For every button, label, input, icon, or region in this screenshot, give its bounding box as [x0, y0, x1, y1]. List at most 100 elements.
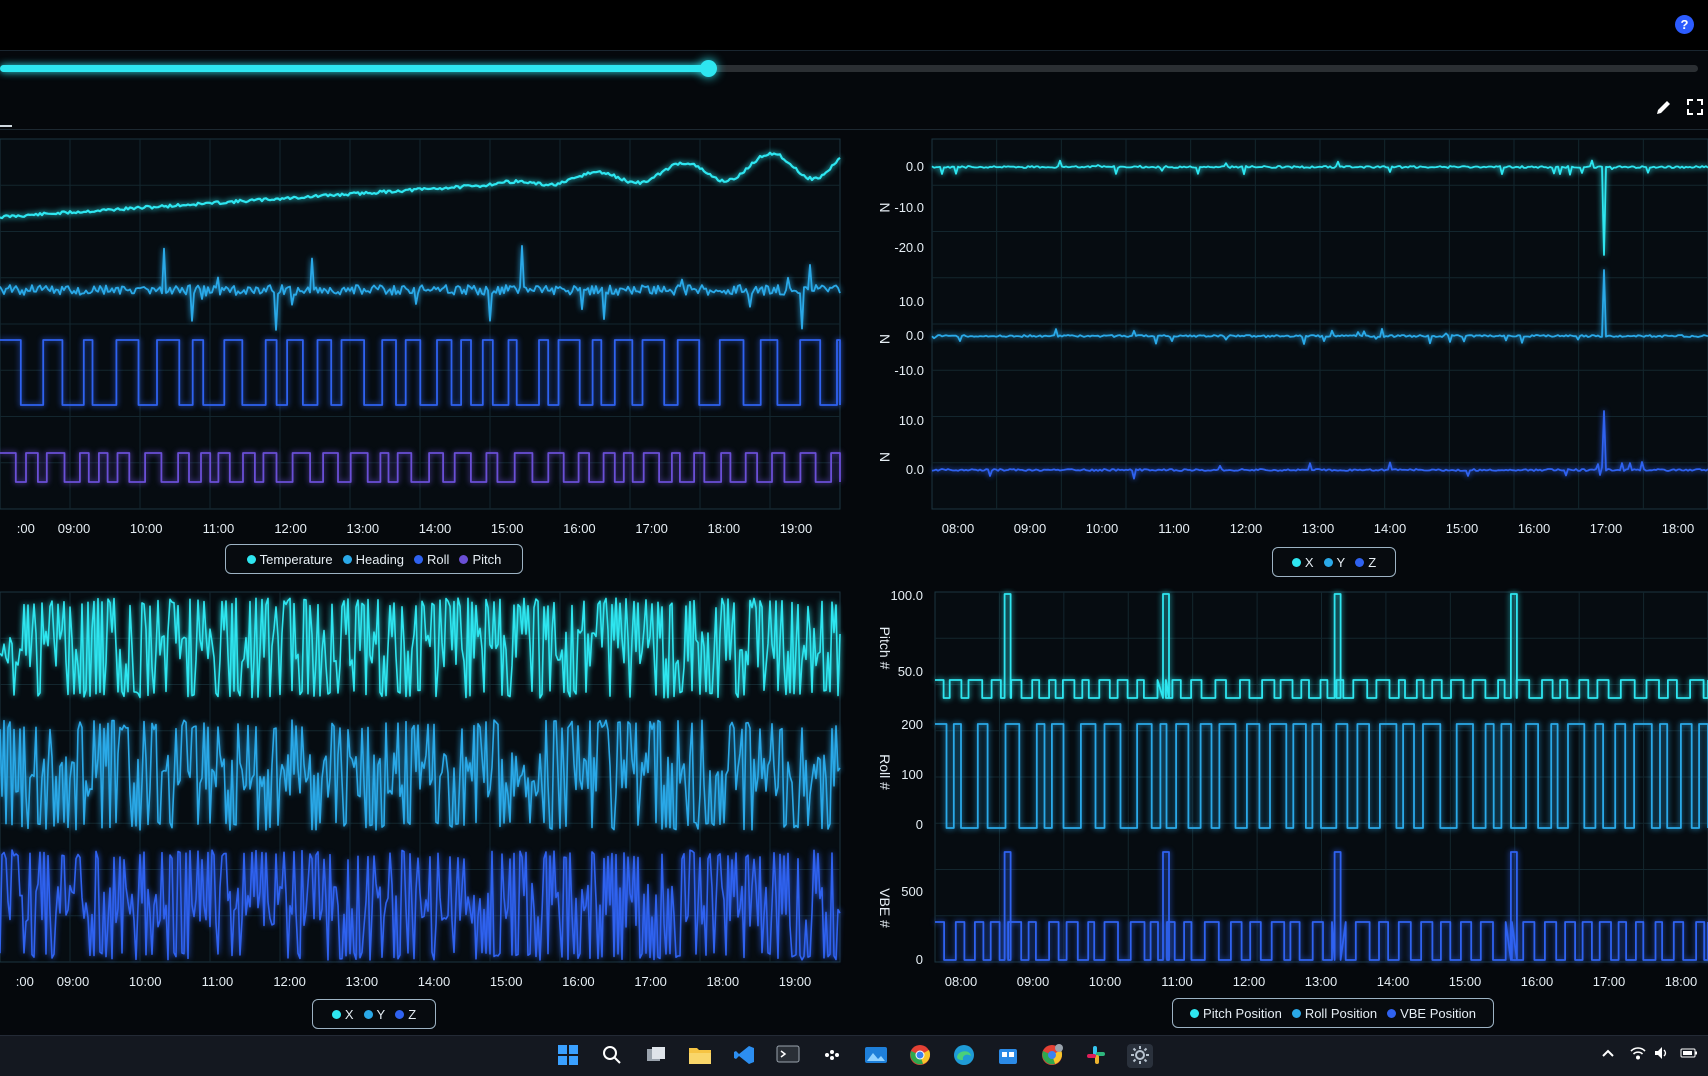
- legend-label: Pitch: [472, 551, 502, 567]
- x-tick-label: 12:00: [274, 521, 307, 535]
- y-tick-label: 200: [901, 717, 923, 732]
- file-explorer-icon[interactable]: [687, 1044, 713, 1068]
- x-tick-label: 15:00: [490, 974, 523, 988]
- x-tick-label: 09:00: [1017, 974, 1050, 988]
- y-axis-label: VBE #: [877, 888, 893, 928]
- photos-icon[interactable]: [863, 1044, 889, 1068]
- y-tick-label: 0.0: [906, 328, 924, 343]
- store-icon[interactable]: [995, 1044, 1021, 1068]
- edge-icon[interactable]: [951, 1044, 977, 1068]
- legend-dot: [1190, 1008, 1200, 1018]
- y-axis-label: Pitch #: [877, 627, 893, 670]
- gyro-chart[interactable]: :00 09:00 10:00 11:00 12:00 13:00 14:00 15:00 16…: [0, 588, 850, 988]
- chrome-profile-icon[interactable]: [1039, 1044, 1065, 1068]
- legend-vbe-position[interactable]: VBE Position: [1387, 1006, 1476, 1021]
- legend-y[interactable]: Y: [1323, 554, 1346, 570]
- legend-dot: [395, 1009, 405, 1019]
- timeline-slider[interactable]: [0, 60, 1698, 77]
- positions-panel: Pitch # 100.0 50.0 Roll # 200 100 0 VBE # 500 0 08…: [858, 588, 1708, 1033]
- x-tick-label: 16:00: [563, 521, 596, 535]
- timeline-slider-fill: [0, 65, 709, 72]
- legend-temperature[interactable]: Temperature: [246, 551, 333, 567]
- y-tick-label: 100: [901, 767, 923, 782]
- x-tick-label: 18:00: [1665, 974, 1698, 988]
- chevron-up-icon[interactable]: [1601, 1046, 1615, 1063]
- volume-icon[interactable]: [1654, 1046, 1670, 1063]
- legend-roll[interactable]: Roll: [414, 552, 449, 567]
- legend-label: Y: [376, 1006, 386, 1022]
- chrome-icon[interactable]: [907, 1044, 933, 1068]
- legend-pitch[interactable]: Pitch: [459, 552, 501, 567]
- x-tick-label: 19:00: [780, 521, 813, 535]
- legend-dot: [342, 554, 352, 564]
- legend-z[interactable]: Z: [395, 1007, 416, 1022]
- y-tick-label: 50.0: [898, 664, 923, 679]
- x-tick-label: 17:00: [634, 974, 667, 988]
- legend-label: Roll Position: [1304, 1005, 1378, 1021]
- legend-label: X: [1304, 554, 1314, 570]
- positions-chart[interactable]: Pitch # 100.0 50.0 Roll # 200 100 0 VBE # 500 0 08…: [858, 588, 1708, 988]
- legend-z[interactable]: Z: [1355, 555, 1376, 570]
- x-tick-label: 16:00: [562, 974, 595, 988]
- legend-dot: [246, 554, 256, 564]
- legend-label: Heading: [355, 551, 405, 567]
- x-tick-label: 13:00: [1302, 521, 1335, 535]
- x-tick-label: 11:00: [203, 521, 235, 535]
- y-axis-label: N: [877, 202, 893, 212]
- wifi-icon[interactable]: [1630, 1046, 1646, 1063]
- timeline-slider-thumb[interactable]: [700, 60, 718, 77]
- legend-x[interactable]: X: [1291, 554, 1314, 570]
- gyro-panel: :00 09:00 10:00 11:00 12:00 13:00 14:00 15:00 16…: [0, 588, 850, 1033]
- legend-label: Temperature: [259, 551, 333, 567]
- legend-label: X: [344, 1006, 354, 1022]
- search-icon[interactable]: [599, 1044, 625, 1068]
- slack-icon[interactable]: [1083, 1044, 1109, 1068]
- x-tick-label: 09:00: [58, 521, 91, 535]
- y-tick-label: 10.0: [899, 413, 924, 428]
- legend-x[interactable]: X: [331, 1006, 354, 1022]
- legend-pitch-position[interactable]: Pitch Position: [1190, 1006, 1282, 1021]
- top-bar: ?: [0, 0, 1708, 51]
- x-tick-label: 10:00: [1086, 521, 1119, 535]
- settings-app-icon[interactable]: [1127, 1044, 1153, 1068]
- x-tick-label: 14:00: [418, 974, 451, 988]
- legend-heading[interactable]: Heading: [342, 551, 405, 567]
- legend-label: Y: [1336, 554, 1346, 570]
- legend-dot: [1291, 1008, 1301, 1018]
- app-icon[interactable]: [819, 1044, 845, 1068]
- y-tick-label: 500: [901, 884, 923, 899]
- x-tick-label: 14:00: [1374, 521, 1407, 535]
- fullscreen-icon[interactable]: [1684, 97, 1706, 119]
- accel-chart[interactable]: N0.0-10.0-20.0N10.00.0-10.0N10.00.008:00…: [858, 135, 1708, 535]
- vscode-icon[interactable]: [731, 1044, 757, 1068]
- x-tick-label: 10:00: [129, 974, 162, 988]
- task-view-icon[interactable]: [643, 1044, 669, 1068]
- sensors-chart[interactable]: :00 09:00 10:00 11:00 12:00 13:00 14:00 15:00 16…: [0, 135, 850, 535]
- x-tick-label: 14:00: [1377, 974, 1410, 988]
- legend-y[interactable]: Y: [363, 1006, 386, 1022]
- pencil-icon[interactable]: [1653, 97, 1675, 119]
- accel-legend: X Y Z: [1272, 547, 1396, 577]
- terminal-icon[interactable]: [775, 1044, 801, 1068]
- y-tick-label: 0.0: [906, 462, 924, 477]
- legend-label: Pitch Position: [1203, 1005, 1282, 1021]
- battery-icon[interactable]: [1680, 1046, 1698, 1063]
- accel-panel: N 0.0 -10.0 -20.0 N 10.0 0.0 -10.0 N 10.0 0.0 08:00…: [858, 135, 1708, 580]
- legend-dot: [331, 1009, 341, 1019]
- x-tick-label: 15:00: [1449, 974, 1482, 988]
- x-tick-label: 18:00: [708, 521, 741, 535]
- help-icon[interactable]: ?: [1675, 15, 1694, 34]
- x-tick-label: 11:00: [202, 974, 234, 988]
- positions-legend: Pitch Position Roll Position VBE Positio…: [1172, 998, 1494, 1028]
- y-tick-label: 0: [916, 952, 923, 967]
- x-tick-label: 17:00: [1590, 521, 1623, 535]
- x-tick-label: 09:00: [57, 974, 90, 988]
- x-tick-label: 13:00: [1305, 974, 1338, 988]
- windows-start-icon[interactable]: [555, 1044, 581, 1068]
- y-axis-label: Roll #: [877, 754, 893, 790]
- y-tick-label: -10.0: [894, 363, 924, 378]
- x-tick-label: :00: [17, 521, 35, 535]
- legend-roll-position[interactable]: Roll Position: [1291, 1005, 1378, 1021]
- y-tick-label: 10.0: [899, 294, 924, 309]
- legend-dot: [1355, 557, 1365, 567]
